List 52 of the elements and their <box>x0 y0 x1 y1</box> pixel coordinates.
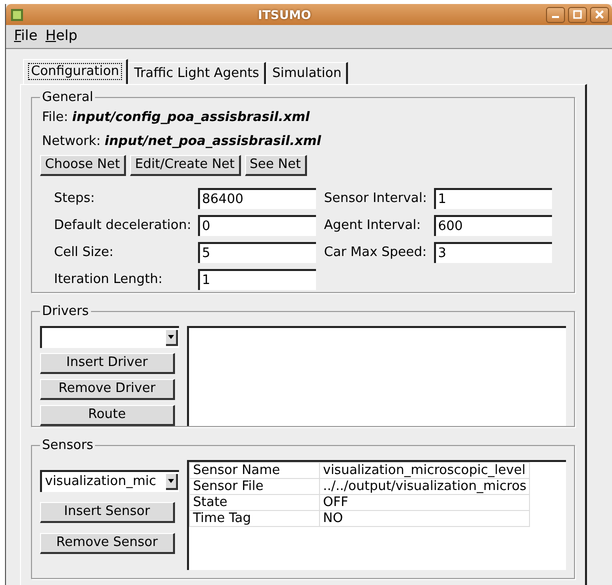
table-cell: Sensor Name <box>190 462 320 478</box>
dropdown-arrow-icon <box>168 335 174 339</box>
close-button[interactable] <box>590 6 609 22</box>
file-path-text: File: input/config_poa_assisbrasil.xml <box>42 109 311 127</box>
window-title: ITSUMO <box>256 6 312 24</box>
table-cell: Sensor File <box>190 478 320 494</box>
input-field[interactable]: 86400 <box>198 188 316 209</box>
input-field[interactable]: 5 <box>198 242 316 263</box>
maximize-button[interactable] <box>568 6 587 22</box>
net-button[interactable]: Edit/Create Net <box>130 155 241 176</box>
table-cell: State <box>190 494 320 510</box>
tab[interactable]: Configuration <box>23 59 128 84</box>
tab[interactable]: Traffic Light Agents <box>128 62 266 84</box>
input-field[interactable]: 1 <box>434 188 552 209</box>
net-button[interactable]: See Net <box>244 155 307 176</box>
input-field[interactable]: 600 <box>434 215 552 236</box>
net-button[interactable]: Choose Net <box>40 155 126 176</box>
network-path-text: Network: input/net_poa_assisbrasil.xml <box>42 132 322 150</box>
group-title: Drivers <box>41 305 90 318</box>
driver-dropdown[interactable] <box>40 326 179 348</box>
table-cell: Time Tag <box>190 510 320 526</box>
driver-button[interactable]: Remove Driver <box>40 379 175 400</box>
field-label: Default deceleration: <box>54 216 192 235</box>
field-label: Car Max Speed: <box>323 244 428 262</box>
group-title: Sensors <box>41 439 94 452</box>
table-cell: visualization_microscopic_level <box>320 462 530 478</box>
tab[interactable]: Simulation <box>266 62 348 84</box>
sensor-button[interactable]: Remove Sensor <box>40 533 175 554</box>
table-cell: NO <box>320 510 530 526</box>
driver-button[interactable]: Route <box>40 405 175 426</box>
input-field[interactable]: 3 <box>434 242 552 263</box>
menu-item[interactable]: File <box>14 26 38 47</box>
dropdown-arrow-icon <box>168 479 174 483</box>
input-field[interactable]: 1 <box>198 269 316 290</box>
group-title: General <box>41 91 94 104</box>
app-icon <box>11 8 23 20</box>
field-label: Cell Size: <box>54 244 114 262</box>
field-label: Steps: <box>54 190 96 208</box>
driver-button[interactable]: Insert Driver <box>40 353 175 374</box>
sensor-dropdown[interactable]: visualization_mic <box>40 470 179 492</box>
input-field[interactable]: 0 <box>198 215 316 236</box>
table-cell: ../../output/visualization_micros <box>320 478 530 494</box>
sensor-button[interactable]: Insert Sensor <box>40 502 175 523</box>
menu-item[interactable]: Help <box>45 26 78 47</box>
maximize-icon <box>573 10 582 19</box>
driver-list[interactable] <box>187 326 566 426</box>
field-label: Sensor Interval: <box>323 190 428 208</box>
minimize-button[interactable] <box>546 6 565 22</box>
field-label: Agent Interval: <box>323 216 422 235</box>
field-label: Iteration Length: <box>54 270 164 289</box>
close-icon <box>595 10 604 19</box>
table-cell: OFF <box>320 494 530 510</box>
